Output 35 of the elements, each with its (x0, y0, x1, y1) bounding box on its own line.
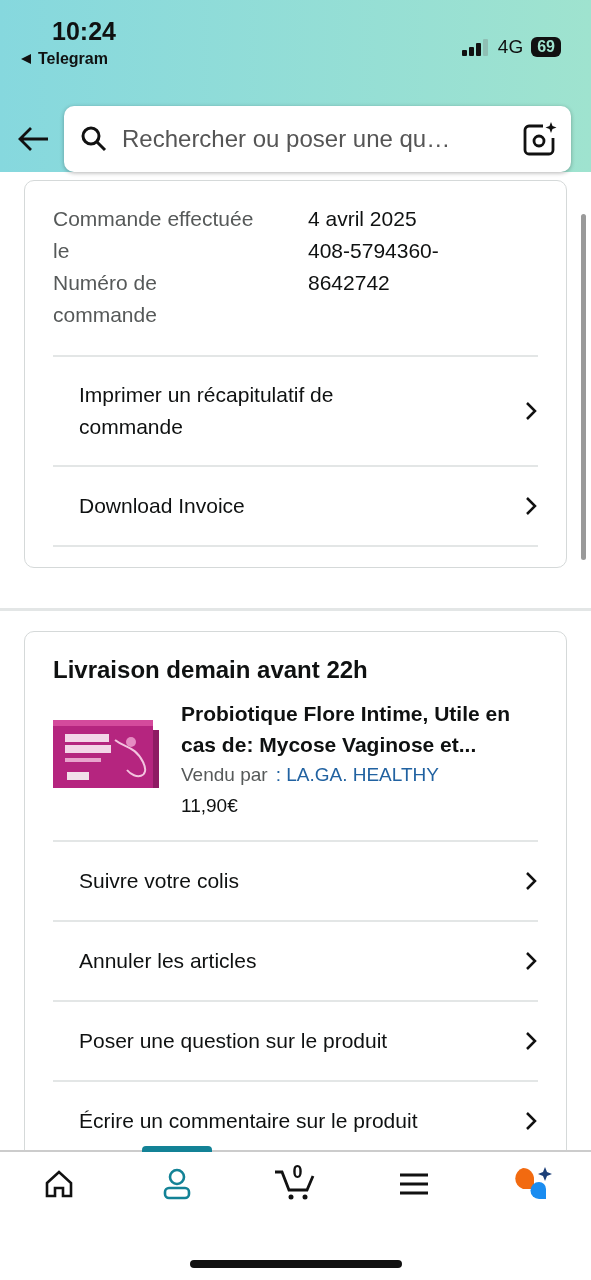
chevron-right-icon (524, 400, 538, 422)
delivery-action-row[interactable]: Suivre votre colis (53, 840, 538, 920)
back-triangle-icon (20, 53, 32, 65)
field-label: Numéro de commande (53, 270, 158, 328)
cart-count: 0 (292, 1162, 303, 1183)
chevron-right-icon (524, 1030, 538, 1052)
delivery-action-row[interactable]: Poser une question sur le produit (53, 1000, 538, 1080)
status-time: 10:24 (52, 16, 116, 46)
seller-label: Vendu par (181, 763, 268, 787)
signal-icon (461, 38, 490, 56)
search-icon (80, 125, 108, 153)
delivery-title: Livraison demain avant 22h (53, 655, 369, 685)
order-action-row[interactable]: Imprimer un récapitulatif de commande (53, 355, 538, 465)
delivery-action-row[interactable]: Annuler les articles (53, 920, 538, 1000)
search-bar[interactable]: Rechercher ou poser une qu… (64, 106, 571, 172)
product-price: 11,90€ (181, 794, 239, 818)
battery-level: 69 (531, 37, 561, 57)
order-action-row[interactable]: Download Invoice (53, 465, 538, 545)
chevron-right-icon (524, 870, 538, 892)
back-arrow-icon[interactable] (18, 126, 50, 152)
nav-tab[interactable]: 0 (260, 1146, 331, 1216)
seller-link[interactable]: : LA.GA. HEALTHY (275, 760, 439, 790)
field-value: 408-5794360-8642742 (308, 238, 440, 296)
field-label: Commande effectuée le (53, 206, 255, 264)
chevron-right-icon (524, 950, 538, 972)
home-icon (44, 1169, 75, 1199)
field-value: 4 avril 2025 (308, 206, 418, 232)
chevron-right-icon (524, 495, 538, 517)
product-title[interactable]: Probiotique Flore Intime, Utile en cas de: Mycose Vaginose et... (181, 698, 521, 760)
menu-icon (398, 1172, 429, 1196)
network-type: 4G (497, 36, 524, 58)
person-icon (162, 1168, 193, 1200)
chevron-right-icon (524, 1110, 538, 1132)
back-to-app-link[interactable]: Telegram (38, 50, 108, 68)
camera-icon[interactable] (521, 121, 557, 157)
